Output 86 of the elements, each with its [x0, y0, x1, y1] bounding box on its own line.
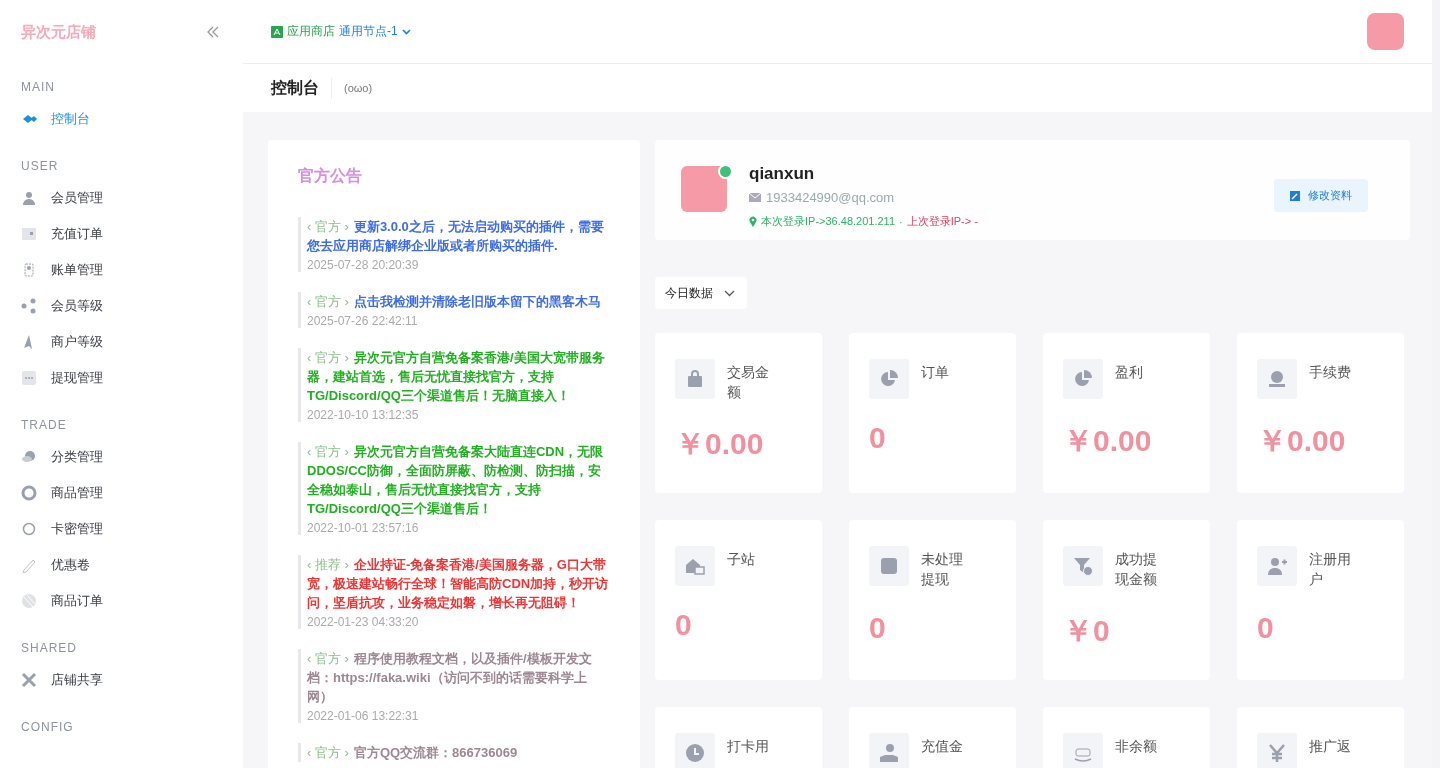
sidebar-section-title: TRADE — [21, 418, 67, 432]
stat-label: 交易金额 — [727, 363, 770, 402]
stat-value: 0 — [869, 421, 886, 455]
ring-icon — [21, 485, 37, 501]
pie-chart-icon — [1073, 369, 1093, 389]
notice-text[interactable]: ‹ 官方 › 点击我检测并清除老旧版本留下的黑客木马 — [307, 292, 610, 311]
sidebar-item[interactable]: 充值订单 — [21, 216, 103, 252]
sidebar-item[interactable]: 商户等级 — [21, 324, 103, 360]
pie-chart-icon — [879, 369, 899, 389]
stat-value: 0 — [869, 611, 886, 645]
sidebar-section-title: SHARED — [21, 641, 77, 655]
house-icon — [685, 556, 705, 576]
user-plus-icon — [1267, 556, 1287, 576]
location-pin-icon — [749, 216, 757, 227]
yen-icon — [1267, 743, 1287, 763]
stat-label: 推广返 — [1309, 737, 1352, 756]
notice-text[interactable]: ‹ 推荐 › 企业持证-免备案香港/美国服务器，G口大带宽，极速建站畅行全球！智能高防CDN加持，秒开访问，坚盾抗攻，业务稳定如磐，增长再无阻碍！ — [307, 555, 610, 612]
current-ip-text: 本次登录IP->36.48.201.211 — [761, 214, 895, 229]
stat-label: 盈利 — [1115, 363, 1144, 382]
emoticon-text: (oωo) — [344, 82, 373, 94]
stat-label: 非余额 — [1115, 737, 1158, 756]
stat-label: 未处理提现 — [921, 550, 964, 589]
notice-text[interactable]: ‹ 官方 › 更新3.0.0之后，无法启动购买的插件，需要您去应用商店解绑企业版或者所购买的插件. — [307, 217, 610, 255]
collapse-icon[interactable] — [207, 26, 219, 38]
stat-value: ￥0 — [1063, 613, 1110, 649]
username: qianxun — [749, 164, 815, 184]
stat-label: 子站 — [727, 550, 756, 569]
sidebar-item[interactable]: 会员管理 — [21, 180, 103, 216]
more-icon — [21, 370, 37, 386]
stat-value: ￥0.00 — [1063, 423, 1152, 459]
stat-value: ￥0.00 — [1257, 423, 1346, 459]
pencil-icon — [21, 557, 37, 573]
sidebar-item[interactable]: 优惠卷 — [21, 547, 90, 583]
separator-text: · — [899, 215, 903, 228]
circle-icon — [21, 521, 37, 537]
striped-circle-icon — [21, 593, 37, 609]
announcement-title: 官方公告 — [298, 166, 362, 186]
user-avatar[interactable] — [1367, 13, 1404, 50]
document-icon — [21, 262, 37, 278]
chevron-down-icon — [724, 289, 735, 297]
stat-value: ￥0.00 — [675, 426, 764, 462]
stat-value: 0 — [1257, 611, 1274, 645]
edit-icon — [1290, 190, 1300, 201]
sidebar-item[interactable]: 会员等级 — [21, 288, 103, 324]
stat-value: 0 — [675, 608, 692, 642]
page-title: 控制台 — [271, 77, 332, 99]
notice-time: 2022-01-06 13:22:31 — [307, 709, 419, 723]
edit-profile-button[interactable]: 修改资料 — [1274, 179, 1368, 212]
sidebar-item[interactable]: 账单管理 — [21, 252, 103, 288]
stat-label: 手续费 — [1309, 363, 1352, 382]
date-range-dropdown[interactable]: 今日数据 — [655, 277, 747, 309]
logo-text: 异次元店铺 — [21, 22, 96, 42]
notice-time: 2022-10-10 13:12:35 — [307, 408, 419, 422]
notice-time: 2022-10-01 23:57:16 — [307, 521, 419, 535]
notice-time: 2022-01-23 04:33:20 — [307, 615, 419, 629]
last-ip-text: 上次登录IP-> - — [906, 214, 978, 229]
stat-label: 成功提现金额 — [1115, 550, 1158, 589]
notice-time: 2025-07-28 20:20:39 — [307, 258, 419, 272]
sidebar-item[interactable]: 商品订单 — [21, 583, 103, 619]
envelope-icon — [749, 193, 761, 202]
shopping-bag-icon — [685, 369, 705, 389]
cloud-icon — [21, 449, 37, 465]
stat-label: 订单 — [921, 363, 950, 382]
sidebar-section-title: USER — [21, 159, 59, 173]
chevron-down-icon — [401, 28, 411, 35]
share-icon — [21, 298, 37, 314]
card-icon — [21, 226, 37, 242]
clock-icon — [685, 743, 705, 763]
sidebar-item[interactable]: 店铺共享 — [21, 662, 103, 698]
sidebar-item[interactable]: 控制台 — [21, 101, 90, 137]
stat-label: 打卡用 — [727, 737, 770, 756]
stat-label: 注册用户 — [1309, 550, 1352, 589]
sidebar-section-title: CONFIG — [21, 720, 74, 734]
sidebar-item[interactable]: 卡密管理 — [21, 511, 103, 547]
store-icon — [271, 25, 283, 38]
sidebar-item[interactable]: 提现管理 — [21, 360, 103, 396]
cross-icon — [21, 672, 37, 688]
notice-time: 2025-07-26 22:42:11 — [307, 314, 418, 328]
sidebar-item[interactable]: 商品管理 — [21, 475, 103, 511]
funnel-icon — [1073, 556, 1093, 576]
email-text: 1933424990@qq.com — [766, 190, 895, 205]
sidebar-section-title: MAIN — [21, 80, 55, 94]
sidebar-item[interactable]: 分类管理 — [21, 439, 103, 475]
person-icon — [21, 190, 37, 206]
node-dropdown[interactable]: 通用节点-1 — [339, 23, 411, 40]
stat-label: 充值金 — [921, 737, 964, 756]
